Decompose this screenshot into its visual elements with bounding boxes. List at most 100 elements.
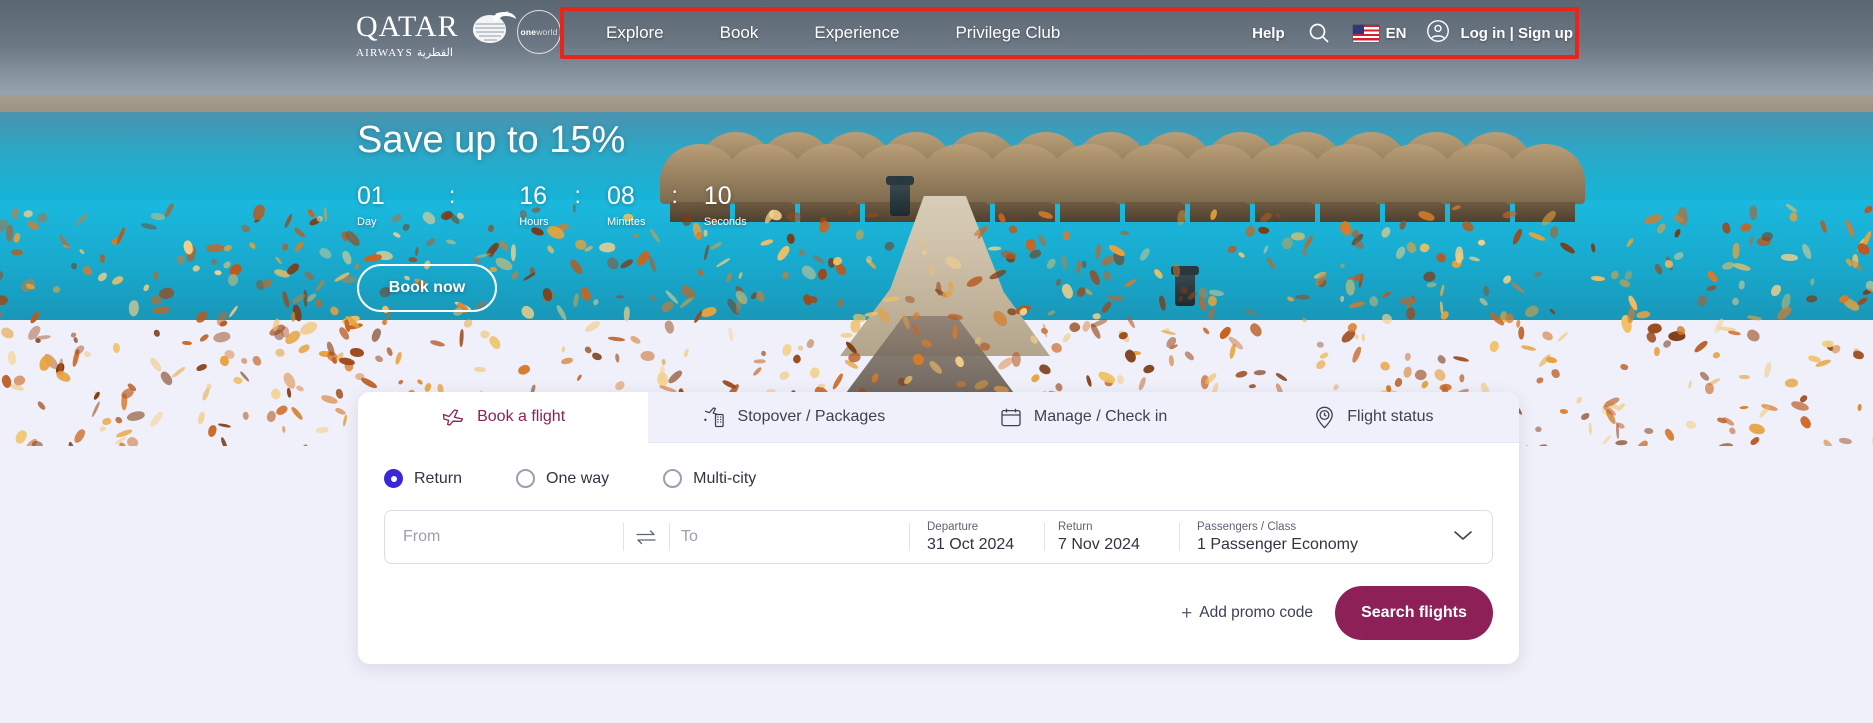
- hero-leaf: [1168, 354, 1176, 367]
- hero-leaf: [1367, 294, 1381, 308]
- hero-leaf: [782, 343, 793, 357]
- hero-leaf: [205, 243, 224, 253]
- hero-leaf: [1295, 294, 1310, 300]
- primary-nav-links: Explore Book Experience Privilege Club: [578, 0, 1088, 66]
- hero-leaf: [1314, 358, 1327, 371]
- hero-leaf: [6, 350, 17, 367]
- help-link[interactable]: Help: [1252, 25, 1285, 42]
- hero-leaf: [1136, 376, 1147, 392]
- hero-leaf: [114, 415, 123, 425]
- hero-leaf: [290, 311, 296, 323]
- hero-leaf: [944, 254, 964, 271]
- hero-leaf: [683, 348, 690, 358]
- qatar-airways-logo[interactable]: QATAR AIRWAYS القطرية: [356, 10, 517, 59]
- hero-leaf: [90, 400, 101, 418]
- tab-flight-status[interactable]: Flight status: [1228, 392, 1519, 443]
- hero-leaf: [1179, 286, 1188, 295]
- hero-leaf: [153, 271, 158, 281]
- hero-leaf: [227, 304, 239, 319]
- login-signup-button[interactable]: Log in | Sign up: [1426, 19, 1573, 47]
- hero-leaf: [197, 410, 206, 425]
- hero-leaf: [662, 319, 676, 336]
- hero-leaf: [125, 435, 140, 446]
- nav-link-explore[interactable]: Explore: [578, 23, 692, 43]
- account-circle-icon: [1426, 19, 1450, 47]
- from-field[interactable]: From: [385, 511, 623, 563]
- hero-leaf: [1206, 294, 1219, 308]
- departure-date-field[interactable]: Departure 31 Oct 2024: [909, 511, 1044, 563]
- oneworld-bold: one: [520, 27, 537, 37]
- hero-leaf: [805, 337, 816, 349]
- trip-type-multi-city[interactable]: Multi-city: [663, 469, 756, 488]
- hero-leaf: [142, 283, 150, 292]
- chevron-down-icon[interactable]: [1452, 528, 1474, 547]
- return-date-field[interactable]: Return 7 Nov 2024: [1044, 511, 1179, 563]
- add-promo-code-label: Add promo code: [1199, 604, 1313, 621]
- hero-leaf: [1353, 272, 1366, 284]
- hero-leaf: [286, 387, 293, 399]
- hero-leaf: [340, 249, 354, 267]
- trip-type-multi-city-label: Multi-city: [693, 469, 757, 487]
- hero-leaf: [99, 254, 106, 264]
- hero-leaf: [1769, 282, 1782, 298]
- book-now-button[interactable]: Book now: [357, 263, 497, 312]
- nav-link-privilege-club[interactable]: Privilege Club: [927, 23, 1088, 43]
- hero-leaf: [753, 358, 766, 364]
- nav-link-book[interactable]: Book: [692, 23, 787, 43]
- radio-one-way[interactable]: [516, 469, 536, 488]
- tab-stopover-packages-label: Stopover / Packages: [737, 408, 886, 425]
- hero-leaf: [1738, 374, 1751, 380]
- passengers-class-field[interactable]: Passengers / Class 1 Passenger Economy: [1179, 511, 1492, 563]
- hero-leaf: [223, 244, 232, 252]
- tab-manage-check-in[interactable]: Manage / Check in: [938, 392, 1229, 443]
- hero-leaf: [1623, 444, 1638, 446]
- hero-leaf: [1171, 263, 1182, 279]
- hero-leaf: [1576, 396, 1584, 405]
- hero-leaf: [198, 333, 210, 344]
- hero-leaf: [273, 256, 283, 266]
- hero-leaf: [51, 284, 62, 295]
- hero-leaf: [474, 367, 486, 374]
- hero-leaf: [1353, 333, 1360, 341]
- hero-leaf: [516, 362, 532, 378]
- to-field[interactable]: To: [669, 511, 909, 563]
- hero-leaf: [0, 325, 16, 340]
- hero-leaf: [1243, 223, 1258, 238]
- radio-return[interactable]: [384, 469, 403, 488]
- hero-leaf: [1852, 350, 1864, 361]
- hero-leaf: [760, 350, 768, 358]
- trip-type-return[interactable]: Return: [384, 469, 462, 488]
- hero-leaf: [171, 366, 186, 380]
- nav-link-experience[interactable]: Experience: [786, 23, 927, 43]
- hero-leaf: [1535, 377, 1544, 385]
- hero-leaf: [112, 342, 121, 354]
- hero-leaf: [1482, 286, 1490, 297]
- tab-flight-status-label: Flight status: [1347, 408, 1434, 425]
- radio-multi-city[interactable]: [663, 469, 683, 488]
- hero-leaf: [759, 237, 774, 248]
- tab-stopover-packages[interactable]: Stopover / Packages: [648, 392, 939, 443]
- countdown-separator-1: :: [448, 181, 456, 208]
- search-flights-button[interactable]: Search flights: [1335, 586, 1493, 640]
- hero-leaf: [149, 410, 165, 429]
- add-promo-code-button[interactable]: + Add promo code: [1181, 604, 1313, 623]
- countdown-hours-value: 16: [519, 181, 548, 210]
- tab-book-a-flight[interactable]: Book a flight: [358, 392, 649, 443]
- hero-leaf: [866, 212, 880, 219]
- hero-leaf: [1405, 352, 1412, 362]
- language-selector[interactable]: EN: [1352, 24, 1406, 42]
- swap-arrows-icon[interactable]: [623, 511, 669, 563]
- hero-leaf: [1075, 285, 1087, 299]
- trip-type-one-way[interactable]: One way: [516, 469, 609, 488]
- oneworld-alliance-logo[interactable]: oneworld: [517, 10, 561, 54]
- countdown-unit-minutes: 08 Minutes: [607, 183, 646, 228]
- hero-leaf: [1748, 422, 1766, 435]
- search-icon[interactable]: [1305, 19, 1333, 47]
- hero-leaf: [780, 270, 790, 280]
- hero-leaf: [1684, 419, 1697, 431]
- hero-leaf: [1727, 426, 1738, 436]
- hero-leaf: [394, 351, 403, 366]
- hero-leaf: [837, 298, 844, 308]
- hero-leaf: [1037, 233, 1049, 249]
- hero-leaf: [1810, 278, 1814, 286]
